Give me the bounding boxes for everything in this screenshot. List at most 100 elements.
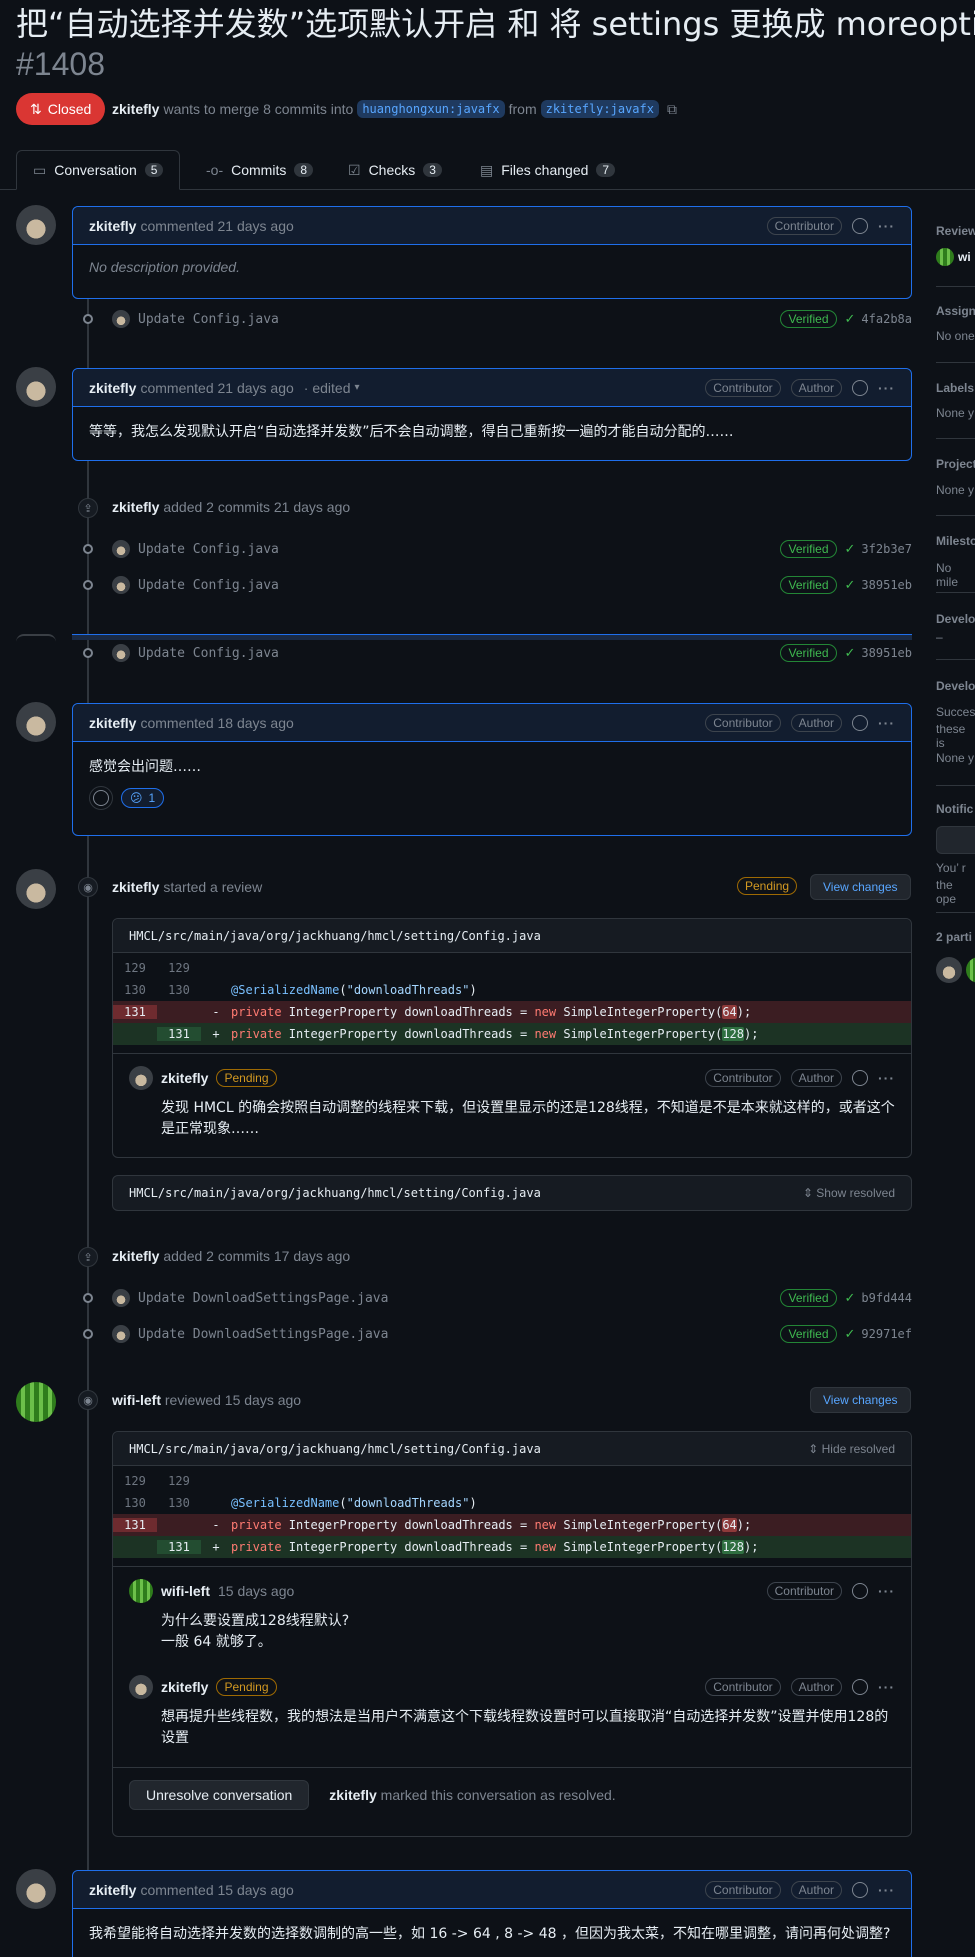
sidebar-assignees-heading[interactable]: Assign bbox=[936, 304, 975, 318]
commit-sha[interactable]: b9fd444 bbox=[861, 1291, 912, 1305]
add-reaction-icon[interactable] bbox=[852, 1679, 868, 1695]
subscribe-button[interactable] bbox=[936, 826, 975, 854]
comment-author[interactable]: zkitefly bbox=[89, 715, 136, 731]
event-author[interactable]: zkitefly bbox=[112, 1248, 159, 1264]
avatar[interactable] bbox=[112, 576, 130, 594]
comment-author[interactable]: zkitefly bbox=[89, 1882, 136, 1898]
more-options-icon[interactable]: ··· bbox=[878, 1882, 895, 1898]
commit-message[interactable]: Update Config.java bbox=[138, 578, 279, 593]
event-author[interactable]: wifi-left bbox=[112, 1392, 161, 1408]
event-author[interactable]: zkitefly bbox=[112, 879, 159, 895]
show-resolved-button[interactable]: ⇕ Show resolved bbox=[803, 1186, 895, 1200]
more-options-icon[interactable]: ··· bbox=[878, 380, 895, 396]
add-reaction-icon[interactable] bbox=[852, 1881, 868, 1898]
avatar[interactable] bbox=[16, 205, 56, 245]
tab-commits[interactable]: -o- Commits 8 bbox=[190, 150, 329, 190]
avatar[interactable] bbox=[112, 310, 130, 328]
check-icon[interactable]: ✓ bbox=[845, 645, 856, 661]
comment-box: zkitefly commented 21 days ago · edited … bbox=[72, 368, 912, 461]
commit-sha[interactable]: 3f2b3e7 bbox=[861, 542, 912, 556]
commit-message[interactable]: Update Config.java bbox=[138, 646, 279, 661]
unresolve-conversation-button[interactable]: Unresolve conversation bbox=[129, 1780, 310, 1810]
comment-author[interactable]: zkitefly bbox=[161, 1070, 208, 1086]
event-author[interactable]: zkitefly bbox=[112, 499, 159, 515]
add-reaction-icon[interactable] bbox=[852, 1583, 868, 1599]
avatar[interactable] bbox=[129, 1579, 153, 1603]
avatar[interactable] bbox=[16, 1382, 56, 1422]
add-reaction-icon[interactable] bbox=[852, 379, 868, 396]
verified-badge[interactable]: Verified bbox=[780, 644, 837, 662]
hide-resolved-button[interactable]: ⇕ Hide resolved bbox=[808, 1442, 895, 1456]
chevron-down-icon[interactable]: ▾ bbox=[355, 382, 360, 393]
tab-files-changed[interactable]: ▤ Files changed 7 bbox=[464, 150, 631, 190]
avatar[interactable] bbox=[112, 644, 130, 662]
commit-message[interactable]: Update Config.java bbox=[138, 312, 279, 327]
comment-author[interactable]: zkitefly bbox=[89, 380, 136, 396]
tab-checks[interactable]: ☑ Checks 3 bbox=[332, 150, 458, 190]
base-branch[interactable]: huanghongxun:javafx bbox=[357, 100, 505, 118]
avatar[interactable] bbox=[112, 540, 130, 558]
avatar[interactable] bbox=[112, 1325, 130, 1343]
avatar[interactable] bbox=[16, 869, 56, 909]
sidebar-milestone-heading[interactable]: Milesto bbox=[936, 534, 975, 548]
avatar[interactable] bbox=[16, 1869, 56, 1909]
view-changes-button[interactable]: View changes bbox=[810, 874, 911, 900]
verified-badge[interactable]: Verified bbox=[780, 1325, 837, 1343]
add-reaction-icon[interactable] bbox=[852, 217, 868, 234]
avatar[interactable] bbox=[112, 1289, 130, 1307]
reaction-confused[interactable]: 😕 1 bbox=[121, 788, 165, 808]
verified-badge[interactable]: Verified bbox=[780, 540, 837, 558]
verified-badge[interactable]: Verified bbox=[780, 310, 837, 328]
check-icon[interactable]: ✓ bbox=[845, 311, 856, 327]
comment-author[interactable]: zkitefly bbox=[161, 1679, 208, 1695]
sidebar-projects-heading[interactable]: Project bbox=[936, 457, 975, 471]
edited-dropdown[interactable]: · edited bbox=[304, 380, 351, 396]
verified-badge[interactable]: Verified bbox=[780, 576, 837, 594]
avatar[interactable] bbox=[129, 1675, 153, 1699]
diff-file-path[interactable]: HMCL/src/main/java/org/jackhuang/hmcl/se… bbox=[129, 1186, 541, 1200]
check-icon[interactable]: ✓ bbox=[845, 1290, 856, 1306]
comment-author[interactable]: zkitefly bbox=[89, 218, 136, 234]
resolved-thread[interactable]: HMCL/src/main/java/org/jackhuang/hmcl/se… bbox=[112, 1175, 912, 1211]
event-author[interactable]: zkitefly bbox=[329, 1787, 376, 1803]
more-options-icon[interactable]: ··· bbox=[878, 1070, 895, 1086]
sidebar-reviewer[interactable]: wi bbox=[936, 248, 971, 266]
sidebar-reviewers-heading[interactable]: Review bbox=[936, 224, 975, 238]
head-branch[interactable]: zkitefly:javafx bbox=[540, 100, 659, 118]
avatar[interactable] bbox=[966, 957, 975, 983]
comment-body: 感觉会出问题…… bbox=[89, 759, 201, 775]
avatar[interactable] bbox=[129, 1066, 153, 1090]
more-options-icon[interactable]: ··· bbox=[878, 715, 895, 731]
sidebar-development-heading[interactable]: Develo bbox=[936, 612, 975, 626]
comment-author[interactable]: wifi-left bbox=[161, 1583, 210, 1599]
more-options-icon[interactable]: ··· bbox=[878, 1679, 895, 1695]
commits-event: zkitefly added 2 commits 17 days ago bbox=[112, 1248, 351, 1264]
more-options-icon[interactable]: ··· bbox=[878, 218, 895, 234]
tab-conversation[interactable]: ▭ Conversation 5 bbox=[16, 150, 181, 190]
verified-badge[interactable]: Verified bbox=[780, 1289, 837, 1307]
commit-sha[interactable]: 92971ef bbox=[861, 1327, 912, 1341]
add-reaction-button[interactable] bbox=[89, 786, 113, 810]
commit-sha[interactable]: 4fa2b8a bbox=[861, 312, 912, 326]
diff-file-path[interactable]: HMCL/src/main/java/org/jackhuang/hmcl/se… bbox=[129, 1442, 541, 1456]
commit-sha[interactable]: 38951eb bbox=[861, 646, 912, 660]
avatar[interactable] bbox=[16, 702, 56, 742]
avatar[interactable] bbox=[936, 957, 962, 983]
comment-body: 想再提升些线程数，我的想法是当用户不满意这个下载线程数设置时可以直接取消“自动选… bbox=[161, 1709, 889, 1746]
check-icon[interactable]: ✓ bbox=[845, 1326, 856, 1342]
copy-icon[interactable]: ⧉ bbox=[667, 101, 677, 118]
commit-sha[interactable]: 38951eb bbox=[861, 578, 912, 592]
avatar[interactable] bbox=[16, 367, 56, 407]
diff-file-path[interactable]: HMCL/src/main/java/org/jackhuang/hmcl/se… bbox=[113, 919, 911, 953]
commit-message[interactable]: Update DownloadSettingsPage.java bbox=[138, 1327, 388, 1342]
sidebar-labels-heading[interactable]: Labels bbox=[936, 381, 974, 395]
more-options-icon[interactable]: ··· bbox=[878, 1583, 895, 1599]
commit-message[interactable]: Update DownloadSettingsPage.java bbox=[138, 1291, 388, 1306]
add-reaction-icon[interactable] bbox=[852, 1070, 868, 1086]
add-reaction-icon[interactable] bbox=[852, 714, 868, 731]
check-icon[interactable]: ✓ bbox=[845, 541, 856, 557]
pr-author-link[interactable]: zkitefly bbox=[112, 101, 159, 117]
commit-message[interactable]: Update Config.java bbox=[138, 542, 279, 557]
view-changes-button[interactable]: View changes bbox=[810, 1387, 911, 1413]
check-icon[interactable]: ✓ bbox=[845, 577, 856, 593]
